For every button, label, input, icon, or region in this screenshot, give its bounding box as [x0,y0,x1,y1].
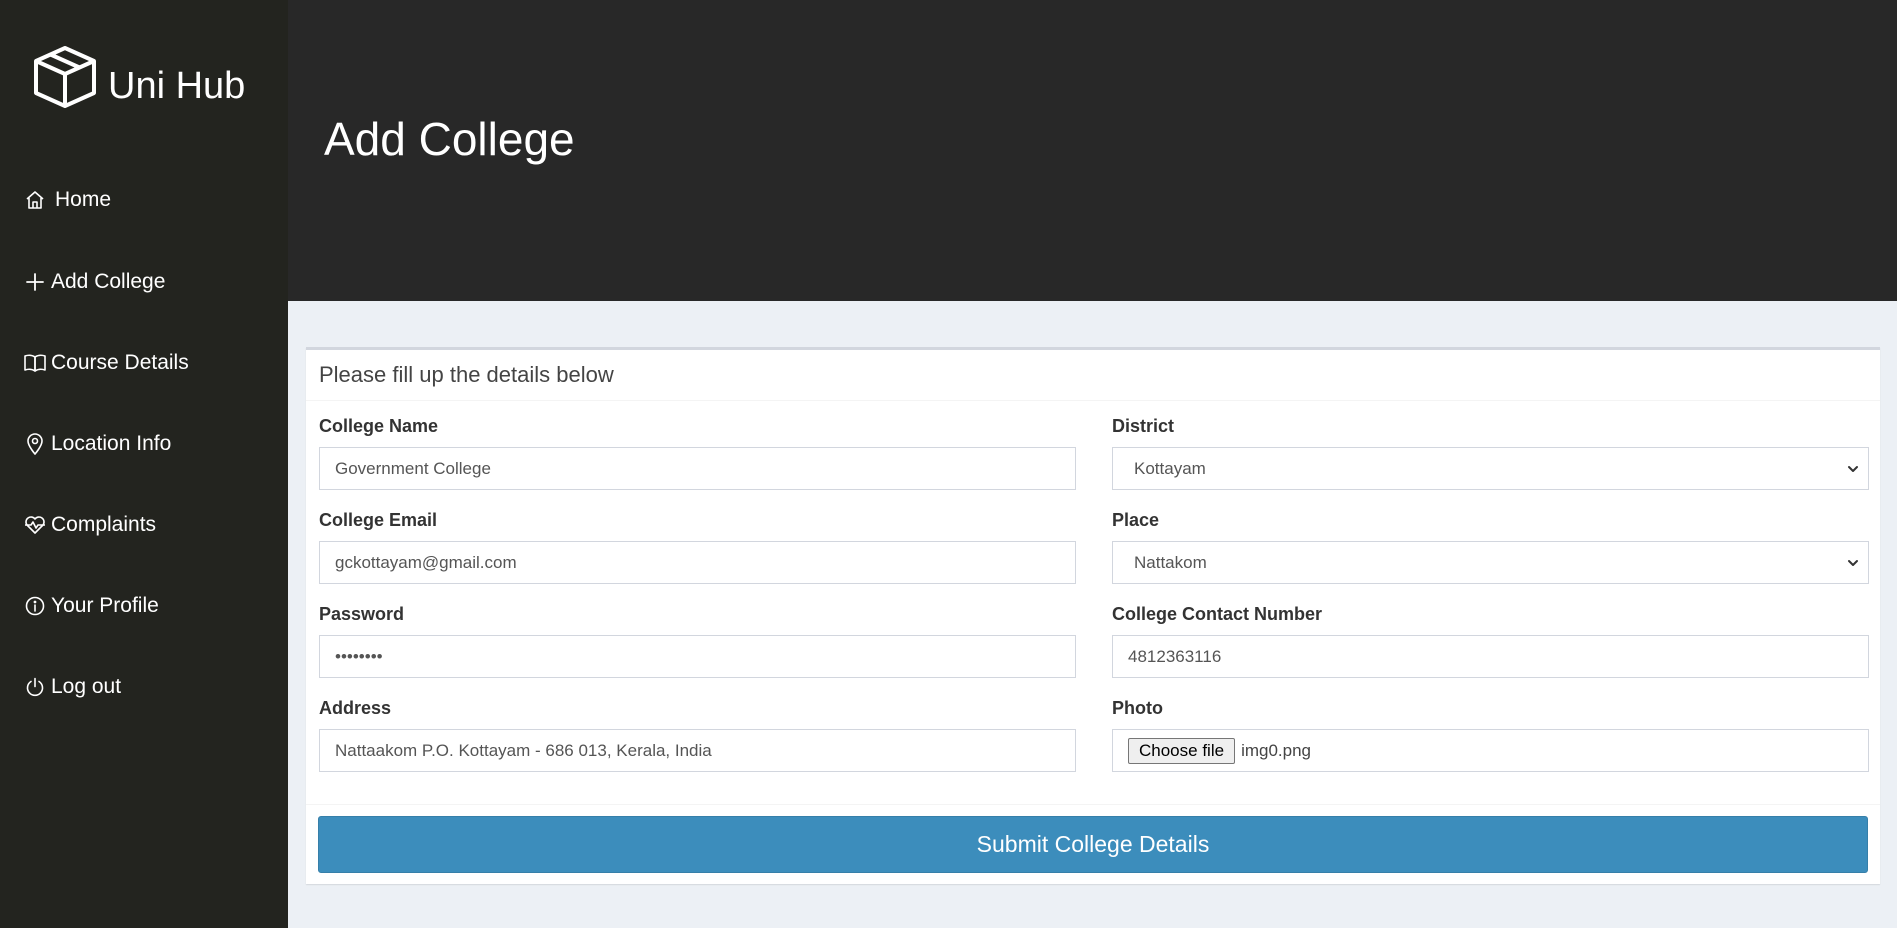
box-icon [32,44,98,110]
college-form-card: Please fill up the details below College… [306,347,1880,884]
house-icon [24,189,46,211]
college-email-input[interactable]: gckottayam@gmail.com [319,541,1076,584]
password-value: •••••••• [335,646,383,666]
sidebar-item-course-details[interactable]: Course Details [24,351,189,375]
address-input[interactable]: Nattaakom P.O. Kottayam - 686 013, Keral… [319,729,1076,772]
selected-file-name: img0.png [1241,740,1311,760]
sidebar-item-complaints[interactable]: Complaints [24,513,156,537]
address-value: Nattaakom P.O. Kottayam - 686 013, Keral… [335,740,712,760]
brand[interactable]: Uni Hub [32,44,245,110]
submit-college-details-button[interactable]: Submit College Details [318,816,1868,873]
password-label: Password [319,604,405,624]
power-icon [24,676,46,698]
chevron-down-icon [1846,556,1860,570]
photo-label: Photo [1112,698,1163,718]
heart-pulse-icon [24,514,46,536]
card-footer-divider [306,804,1880,805]
page-title: Add College [324,113,575,165]
contact-number-input[interactable]: 4812363116 [1112,635,1869,678]
map-pin-icon [24,433,46,455]
college-name-label: College Name [319,416,439,436]
sidebar-item-log-out[interactable]: Log out [24,675,121,699]
district-label: District [1112,416,1175,436]
sidebar-item-home[interactable]: Home [24,188,111,212]
card-header: Please fill up the details below [306,350,1880,401]
sidebar-item-add-college[interactable]: Add College [24,270,165,294]
college-name-value: Government College [335,458,491,478]
district-value: Kottayam [1134,458,1206,478]
plus-icon [24,271,46,293]
form-heading: Please fill up the details below [319,362,614,387]
college-email-value: gckottayam@gmail.com [335,552,517,572]
sidebar-item-label: Complaints [51,513,157,536]
place-value: Nattakom [1134,552,1207,572]
sidebar-item-label: Your Profile [51,594,159,617]
sidebar-item-label: Log out [51,675,122,698]
contact-number-label: College Contact Number [1112,604,1323,624]
sidebar-item-label: Home [55,188,112,211]
place-select[interactable]: Nattakom [1112,541,1869,584]
brand-name: Uni Hub [108,64,246,107]
sidebar-item-label: Location Info [51,432,172,455]
contact-number-value: 4812363116 [1128,646,1222,666]
book-icon [24,352,46,374]
page-header: Add College [288,0,1897,301]
password-input[interactable]: •••••••• [319,635,1076,678]
sidebar: Uni Hub Home Add College Course Details … [0,0,288,928]
choose-file-button[interactable]: Choose file [1128,737,1236,764]
college-name-input[interactable]: Government College [319,447,1076,490]
sidebar-item-location-info[interactable]: Location Info [24,432,171,456]
place-label: Place [1112,510,1160,530]
chevron-down-icon [1846,462,1860,476]
sidebar-item-label: Add College [51,270,166,293]
info-icon [24,595,46,617]
photo-file-input: Choose file img0.png [1112,729,1869,772]
sidebar-item-label: Course Details [51,351,189,374]
address-label: Address [319,698,392,718]
district-select[interactable]: Kottayam [1112,447,1869,490]
college-email-label: College Email [319,510,438,530]
sidebar-item-your-profile[interactable]: Your Profile [24,594,159,618]
